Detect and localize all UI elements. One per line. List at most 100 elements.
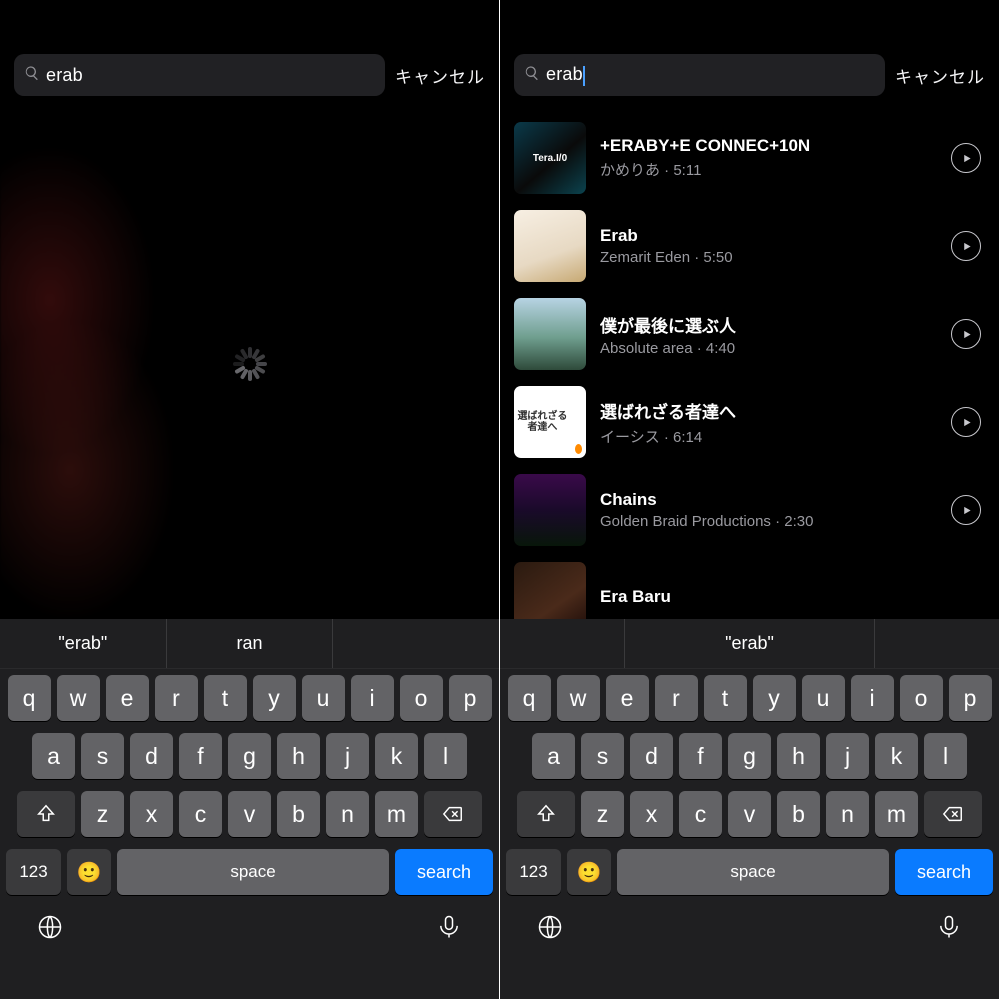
key-y[interactable]: y	[753, 675, 796, 721]
key-b[interactable]: b	[277, 791, 320, 837]
key-n[interactable]: n	[326, 791, 369, 837]
emoji-key[interactable]: 🙂	[67, 849, 111, 895]
result-info: 選ばれざる者達へイーシス · 6:14	[600, 398, 937, 447]
shift-key[interactable]	[517, 791, 575, 837]
result-info: Chains Golden Braid Productions · 2:30	[600, 490, 937, 530]
result-meta: Golden Braid Productions · 2:30	[600, 513, 937, 530]
keyboard-suggestion-bar: "erab"	[500, 619, 999, 669]
keyboard-suggestion[interactable]: "erab"	[0, 619, 166, 668]
play-button[interactable]	[951, 143, 981, 173]
key-i[interactable]: i	[851, 675, 894, 721]
cancel-button[interactable]: キャンセル	[895, 63, 985, 88]
backspace-key[interactable]	[424, 791, 482, 837]
key-d[interactable]: d	[630, 733, 673, 779]
space-key[interactable]: space	[117, 849, 389, 895]
key-m[interactable]: m	[875, 791, 918, 837]
number-key[interactable]: 123	[6, 849, 61, 895]
key-i[interactable]: i	[351, 675, 394, 721]
globe-icon[interactable]	[36, 913, 64, 946]
search-key[interactable]: search	[395, 849, 493, 895]
key-u[interactable]: u	[302, 675, 345, 721]
backspace-key[interactable]	[924, 791, 982, 837]
key-r[interactable]: r	[155, 675, 198, 721]
key-s[interactable]: s	[81, 733, 124, 779]
keyboard-suggestion-empty	[500, 619, 624, 668]
key-v[interactable]: v	[228, 791, 271, 837]
search-query: erab	[46, 65, 83, 86]
result-title: Chains	[600, 490, 937, 510]
key-t[interactable]: t	[704, 675, 747, 721]
key-q[interactable]: q	[8, 675, 51, 721]
result-row[interactable]: 選ばれざる者達へ選ばれざる者達へイーシス · 6:14	[500, 378, 999, 466]
key-u[interactable]: u	[802, 675, 845, 721]
cancel-button[interactable]: キャンセル	[395, 63, 485, 88]
key-f[interactable]: f	[679, 733, 722, 779]
search-input[interactable]: erab	[514, 54, 885, 96]
key-k[interactable]: k	[875, 733, 918, 779]
key-x[interactable]: x	[630, 791, 673, 837]
key-d[interactable]: d	[130, 733, 173, 779]
key-o[interactable]: o	[900, 675, 943, 721]
key-k[interactable]: k	[375, 733, 418, 779]
key-j[interactable]: j	[326, 733, 369, 779]
dictation-icon[interactable]	[435, 913, 463, 946]
dictation-icon[interactable]	[935, 913, 963, 946]
result-meta: かめりあ · 5:11	[600, 159, 937, 180]
key-c[interactable]: c	[679, 791, 722, 837]
key-l[interactable]: l	[924, 733, 967, 779]
text-cursor	[583, 66, 585, 86]
keyboard-suggestion-bar: "erab" ran	[0, 619, 499, 669]
key-n[interactable]: n	[826, 791, 869, 837]
key-r[interactable]: r	[655, 675, 698, 721]
result-row[interactable]: Chains Golden Braid Productions · 2:30	[500, 466, 999, 554]
search-results: Tera.I/0+ERABY+E CONNEC+10Nかめりあ · 5:11Er…	[500, 106, 999, 642]
key-h[interactable]: h	[277, 733, 320, 779]
key-s[interactable]: s	[581, 733, 624, 779]
key-q[interactable]: q	[508, 675, 551, 721]
key-a[interactable]: a	[32, 733, 75, 779]
result-row[interactable]: Tera.I/0+ERABY+E CONNEC+10Nかめりあ · 5:11	[500, 114, 999, 202]
play-button[interactable]	[951, 495, 981, 525]
result-title: Erab	[600, 226, 937, 246]
key-w[interactable]: w	[57, 675, 100, 721]
space-key[interactable]: space	[617, 849, 889, 895]
key-p[interactable]: p	[949, 675, 992, 721]
key-f[interactable]: f	[179, 733, 222, 779]
status-bar	[500, 0, 999, 40]
key-w[interactable]: w	[557, 675, 600, 721]
key-b[interactable]: b	[777, 791, 820, 837]
key-h[interactable]: h	[777, 733, 820, 779]
number-key[interactable]: 123	[506, 849, 561, 895]
result-thumbnail	[514, 210, 586, 282]
key-z[interactable]: z	[581, 791, 624, 837]
key-y[interactable]: y	[253, 675, 296, 721]
key-g[interactable]: g	[228, 733, 271, 779]
shift-key[interactable]	[17, 791, 75, 837]
search-key[interactable]: search	[895, 849, 993, 895]
play-button[interactable]	[951, 319, 981, 349]
key-v[interactable]: v	[728, 791, 771, 837]
key-g[interactable]: g	[728, 733, 771, 779]
key-p[interactable]: p	[449, 675, 492, 721]
keyboard-suggestion[interactable]: "erab"	[624, 619, 874, 668]
key-x[interactable]: x	[130, 791, 173, 837]
key-e[interactable]: e	[106, 675, 149, 721]
result-row[interactable]: 僕が最後に選ぶ人Absolute area · 4:40	[500, 290, 999, 378]
key-z[interactable]: z	[81, 791, 124, 837]
key-e[interactable]: e	[606, 675, 649, 721]
play-button[interactable]	[951, 407, 981, 437]
key-t[interactable]: t	[204, 675, 247, 721]
emoji-key[interactable]: 🙂	[567, 849, 611, 895]
key-c[interactable]: c	[179, 791, 222, 837]
keyboard-suggestion[interactable]: ran	[166, 619, 333, 668]
globe-icon[interactable]	[536, 913, 564, 946]
key-l[interactable]: l	[424, 733, 467, 779]
result-row[interactable]: ErabZemarit Eden · 5:50	[500, 202, 999, 290]
search-input[interactable]: erab	[14, 54, 385, 96]
play-button[interactable]	[951, 231, 981, 261]
key-o[interactable]: o	[400, 675, 443, 721]
key-m[interactable]: m	[375, 791, 418, 837]
key-j[interactable]: j	[826, 733, 869, 779]
keyboard-suggestion-empty	[874, 619, 999, 668]
key-a[interactable]: a	[532, 733, 575, 779]
